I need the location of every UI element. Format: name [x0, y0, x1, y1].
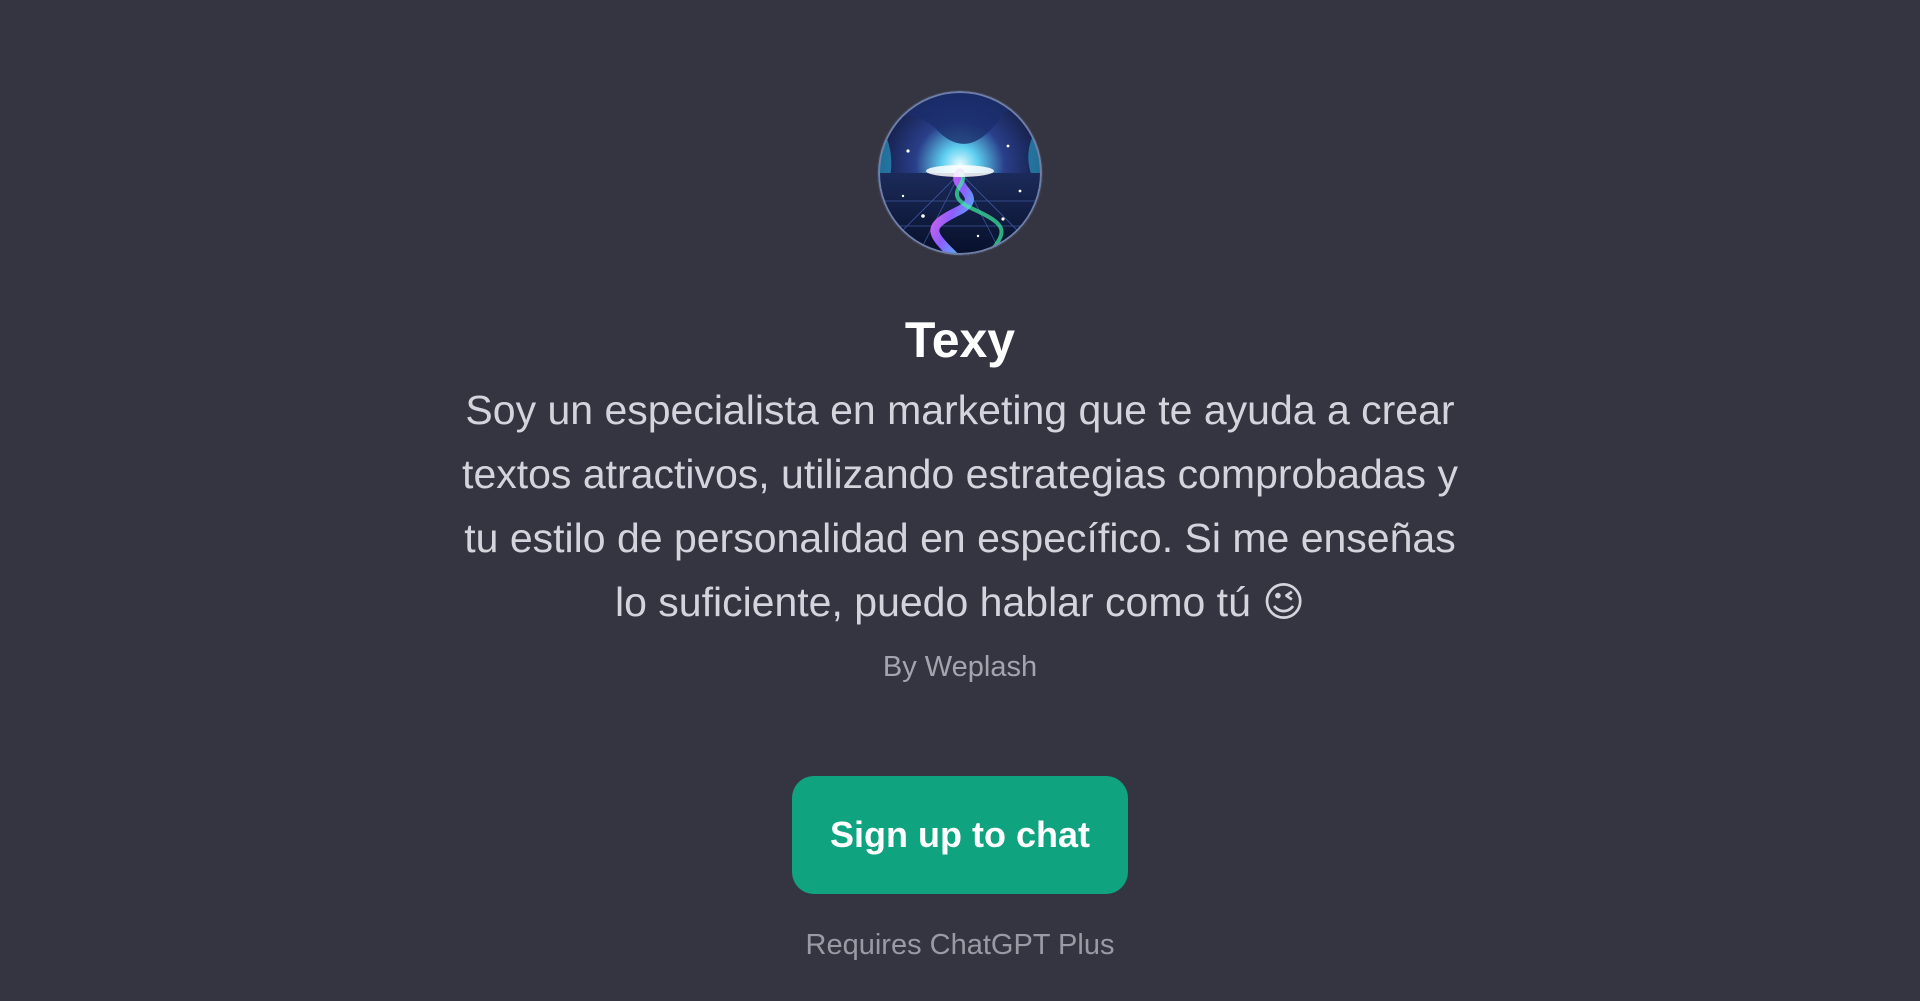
sign-up-to-chat-button[interactable]: Sign up to chat — [792, 776, 1128, 894]
gpt-landing-page: Texy Soy un especialista en marketing qu… — [0, 0, 1920, 1001]
gpt-avatar — [878, 91, 1042, 255]
gpt-author: By Weplash — [882, 651, 1038, 683]
footer-note: Requires ChatGPT Plus — [805, 929, 1115, 961]
gpt-title: Texy — [904, 312, 1016, 368]
gpt-description: Soy un especialista en marketing que te … — [462, 387, 1458, 625]
cosmic-landscape-avatar-icon — [878, 91, 1042, 255]
